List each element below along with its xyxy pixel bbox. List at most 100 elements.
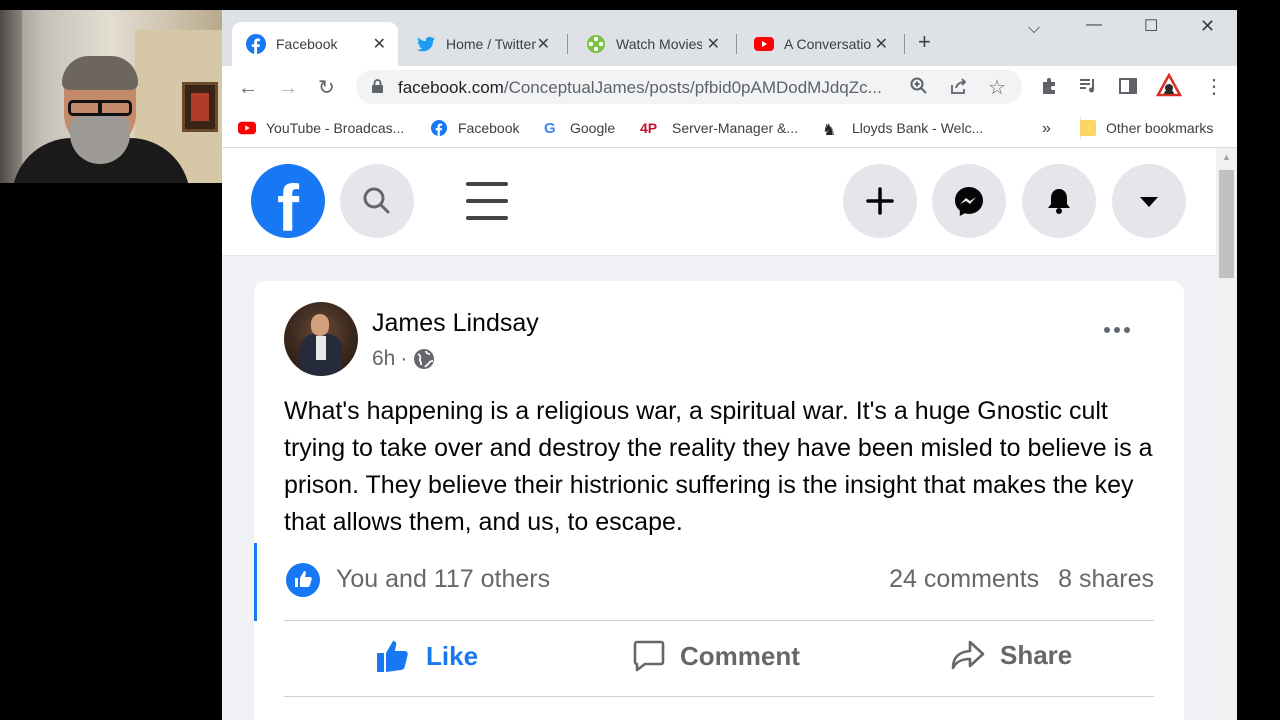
like-button[interactable]: Like [376,639,478,673]
tab-facebook[interactable]: Facebook ✕ [232,22,398,66]
like-label: Like [426,640,479,671]
post-actions: Like Comment Share [284,621,1154,695]
tab-watch-movies[interactable]: Watch Movies ✕ [572,22,732,66]
browser-menu-icon[interactable]: ⋮ [1204,74,1224,99]
tab-strip: Facebook ✕ Home / Twitter ✕ Watch Movies… [222,10,1237,66]
plus-icon [866,187,894,215]
forward-arrow-icon[interactable]: → [278,76,298,100]
overflow-chevron-icon: » [1042,120,1051,137]
reload-icon[interactable]: ↻ [318,76,335,100]
post-options-icon[interactable] [1104,327,1130,333]
bookmark-google[interactable]: G Google [544,120,616,137]
minimize-button[interactable]: — [1086,16,1102,34]
back-arrow-icon[interactable]: ← [238,76,258,100]
webcam-person-hair [62,56,138,90]
tab-label: Home / Twitter [446,36,536,52]
reactions-summary[interactable]: You and 117 others [336,565,550,594]
notifications-button[interactable] [1022,164,1096,238]
close-window-button[interactable]: ✕ [1200,16,1215,37]
bookmarks-bar: YouTube - Broadcas... Facebook G Google … [222,110,1237,148]
tab-separator [736,34,737,54]
new-tab-button[interactable]: + [918,30,931,54]
tab-label: A Conversation [784,36,872,52]
bookmark-label: Lloyds Bank - Welc... [852,120,984,136]
share-button[interactable]: Share [950,639,1072,671]
screen-recording: Facebook ✕ Home / Twitter ✕ Watch Movies… [0,0,1280,720]
close-icon[interactable]: ✕ [373,34,386,54]
tab-label: Facebook [276,36,338,52]
side-panel-icon[interactable] [1118,76,1138,101]
horse-icon: ♞ [822,122,837,139]
tab-search-chevron-icon[interactable]: ⌵ [1028,20,1040,38]
account-menu-button[interactable] [1112,164,1186,238]
youtube-icon [754,37,774,51]
address-bar[interactable]: facebook.com/ConceptualJames/posts/pfbid… [356,70,1022,104]
close-icon[interactable]: ✕ [707,34,720,54]
lock-icon [372,79,383,93]
url-host: facebook.com [398,78,504,97]
close-icon[interactable]: ✕ [875,34,888,54]
url-path: /ConceptualJames/posts/pfbid0pAMDodMJdqZ… [503,78,882,97]
meta-separator: · [400,347,408,370]
profile-warning-icon[interactable] [1155,72,1183,104]
other-bookmarks-folder[interactable]: Other bookmarks [1080,120,1213,136]
bookmark-label: Server-Manager &... [672,120,799,136]
folder-icon [1080,120,1096,136]
bookmark-youtube[interactable]: YouTube - Broadcas... [238,120,404,136]
4p-icon: 4P [640,120,658,136]
hamburger-menu-icon[interactable] [466,182,508,220]
create-button[interactable] [843,164,917,238]
facebook-icon [431,120,447,136]
webcam-overlay [0,10,222,183]
avatar[interactable] [284,302,358,376]
media-controls-icon[interactable] [1078,76,1098,101]
youtube-icon [238,121,256,135]
comment-label: Comment [680,640,800,671]
facebook-logo-icon[interactable]: f [251,164,325,245]
scroll-up-icon[interactable]: ▲ [1222,152,1231,162]
bookmark-facebook[interactable]: Facebook [430,120,519,136]
bell-icon [1048,189,1070,214]
extensions-puzzle-icon[interactable] [1040,76,1060,101]
post-author[interactable]: James Lindsay [372,309,539,338]
tab-label: Watch Movies [616,36,702,52]
scrollbar-thumb[interactable] [1219,170,1234,278]
search-icon [363,187,390,214]
tab-separator [567,34,568,54]
divider [284,696,1154,697]
avatar-face [311,314,329,336]
webcam-curtain [0,10,22,183]
post-meta: 6h · [372,347,435,371]
bookmarks-overflow-button[interactable]: » [1042,120,1051,138]
shares-count[interactable]: 8 shares [1058,565,1154,593]
maximize-button[interactable]: ☐ [1144,16,1158,36]
bookmark-server-manager[interactable]: 4P Server-Manager &... [640,120,798,136]
close-icon[interactable]: ✕ [537,34,550,54]
browser-window: Facebook ✕ Home / Twitter ✕ Watch Movies… [222,10,1237,720]
tab-youtube[interactable]: A Conversation ✕ [740,22,900,66]
bookmark-star-icon[interactable]: ☆ [988,75,1006,100]
zoom-icon[interactable] [910,77,928,100]
search-button[interactable] [340,164,414,238]
facebook-page: f James Lindsay 6h · What's happening is… [222,148,1216,720]
comment-icon [633,640,665,672]
globe-icon[interactable] [413,348,435,370]
post-timestamp[interactable]: 6h [372,347,395,371]
messenger-button[interactable] [932,164,1006,238]
comments-count[interactable]: 24 comments [889,565,1039,593]
bookmark-label: Google [570,120,616,136]
like-reaction-icon[interactable] [286,563,320,597]
share-arrow-icon [951,640,985,670]
browser-toolbar: ← → ↻ facebook.com/ConceptualJames/posts… [222,66,1237,110]
share-page-icon[interactable] [950,77,968,100]
tab-twitter[interactable]: Home / Twitter ✕ [402,22,562,66]
page-scrollbar[interactable]: ▲ [1216,148,1237,720]
engagement-counts: 24 comments 8 shares [889,565,1154,594]
facebook-icon [246,34,266,54]
reactions-row: You and 117 others 24 comments 8 shares [254,543,1184,621]
bookmark-lloyds-bank[interactable]: ♞ Lloyds Bank - Welc... [822,120,984,139]
comment-button[interactable]: Comment [632,639,800,673]
messenger-icon [955,187,983,216]
bookmark-label: Other bookmarks [1106,120,1214,136]
url-text: facebook.com/ConceptualJames/posts/pfbid… [398,78,898,98]
